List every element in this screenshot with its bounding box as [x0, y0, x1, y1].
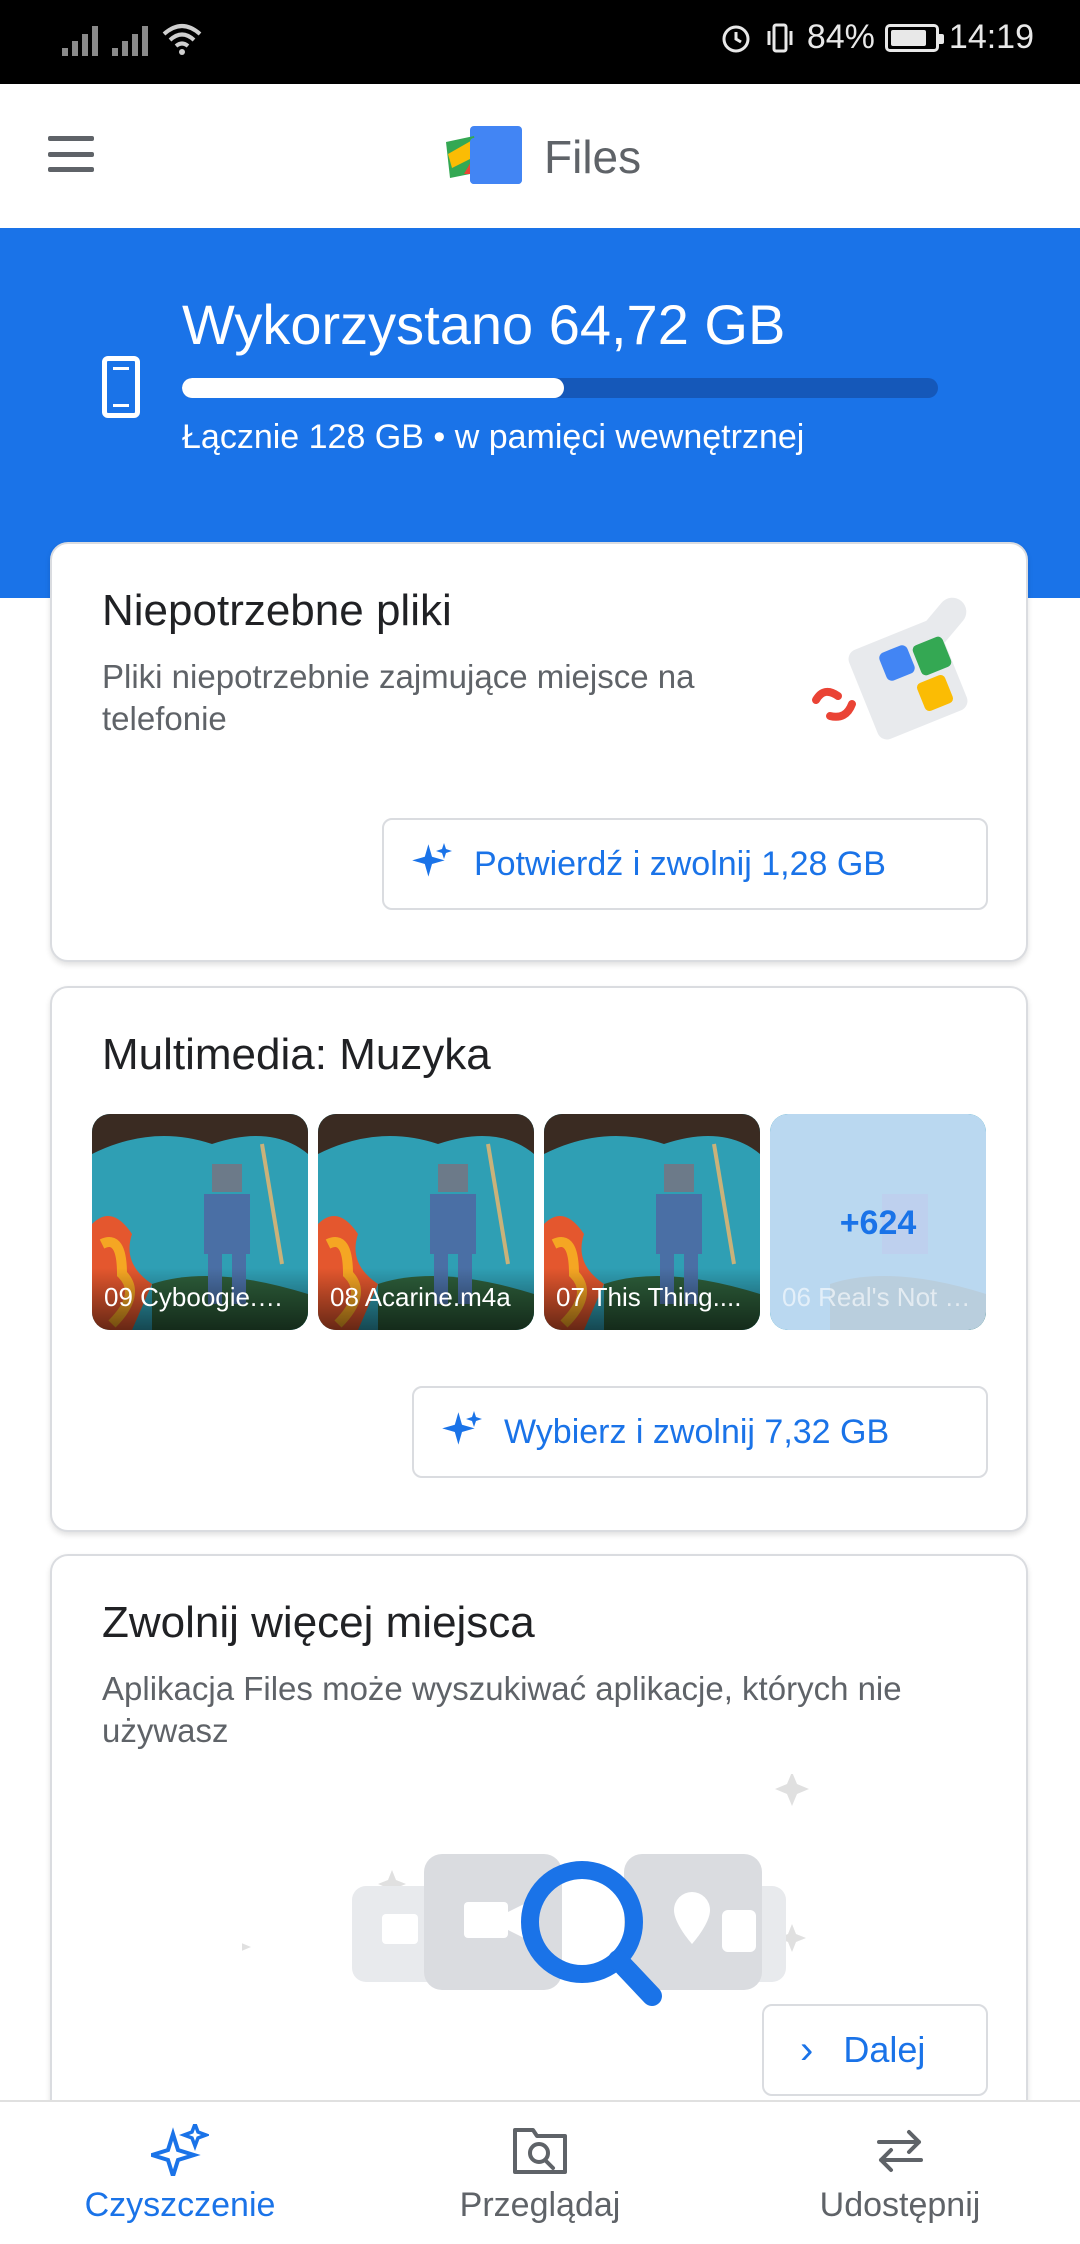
unused-apps-illustration-icon: [242, 1774, 809, 2006]
alarm-icon: [722, 25, 750, 52]
nav-item-clean-label: Czyszczenie: [84, 2186, 276, 2224]
cell-signal-2-icon: [112, 22, 148, 56]
next-button-label: Dalej: [843, 2029, 926, 2070]
nav-item-browse-label: Przeglądaj: [459, 2186, 621, 2224]
app-title: Files: [544, 131, 642, 183]
chevron-right-icon: ›: [800, 2027, 814, 2072]
confirm-free-junk-button[interactable]: Potwierdź i zwolnij 1,28 GB: [382, 818, 988, 910]
status-right: 84% 14:19: [719, 18, 1034, 57]
cell-signal-icon: [62, 22, 98, 56]
storage-total-label: Łącznie 128 GB • w pamięci wewnętrznej: [182, 418, 805, 456]
free-more-space-description: Aplikacja Files może wyszukiwać aplikacj…: [102, 1670, 902, 1749]
junk-files-title: Niepotrzebne pliki: [102, 586, 452, 635]
phone-icon: [102, 356, 140, 418]
music-thumbnail-caption: 08 Acarine.m4a: [318, 1268, 534, 1330]
vibrate-icon: [767, 23, 793, 52]
nav-item-clean[interactable]: Czyszczenie: [0, 2102, 360, 2244]
app-bar: Files: [0, 84, 1080, 228]
status-bar: 84% 14:19: [0, 0, 1080, 84]
storage-used-title: Wykorzystano 64,72 GB: [182, 293, 786, 356]
bottom-navigation: Czyszczenie Przeglądaj Udostępnij: [0, 2100, 1080, 2244]
more-music-thumbnail[interactable]: +624 06 Real's Not R...: [770, 1114, 986, 1330]
nav-item-share-label: Udostępnij: [819, 2186, 981, 2224]
nav-item-browse[interactable]: Przeglądaj: [360, 2102, 720, 2244]
more-count: +624: [839, 1204, 917, 1242]
storage-progress-bar: [182, 378, 938, 398]
status-left: [62, 22, 202, 56]
music-thumbnail-caption: 09 Cyboogie.m...: [92, 1268, 308, 1330]
swap-arrows-icon: [877, 2130, 923, 2172]
sparkle-icon: [151, 2124, 209, 2176]
music-thumbnails: 09 Cyboogie.m... 08 Acarine.m4a 07 This …: [92, 1114, 986, 1330]
junk-files-illustration-icon: [812, 597, 968, 740]
select-free-music-button[interactable]: Wybierz i zwolnij 7,32 GB: [412, 1386, 988, 1478]
media-music-title: Multimedia: Muzyka: [102, 1030, 491, 1079]
battery-icon: [884, 23, 944, 52]
sparkle-icon: [412, 843, 452, 877]
next-button[interactable]: › Dalej: [762, 2004, 988, 2096]
browse-icon: [513, 2128, 567, 2174]
battery-percent: 84%: [806, 18, 875, 56]
music-thumbnail-caption: 06 Real's Not R...: [782, 1282, 985, 1312]
sparkle-icon: [442, 1411, 482, 1445]
select-free-music-label: Wybierz i zwolnij 7,32 GB: [504, 1412, 890, 1451]
confirm-free-junk-label: Potwierdź i zwolnij 1,28 GB: [474, 844, 886, 883]
music-thumbnail-caption: 07 This Thing....: [544, 1268, 760, 1330]
music-thumbnail[interactable]: 08 Acarine.m4a: [318, 1114, 534, 1330]
clock: 14:19: [948, 18, 1034, 56]
music-thumbnail[interactable]: 07 This Thing....: [544, 1114, 760, 1330]
wifi-icon: [162, 24, 202, 55]
files-logo-icon: [446, 126, 522, 184]
free-more-space-title: Zwolnij więcej miejsca: [102, 1598, 535, 1647]
junk-files-description: Pliki niepotrzebnie zajmujące miejsce na…: [102, 658, 695, 737]
media-music-card: Multimedia: Muzyka 09 Cyboogie.m... 08 A…: [50, 986, 1028, 1532]
menu-icon[interactable]: [48, 136, 94, 172]
junk-files-card: Niepotrzebne pliki Pliki niepotrzebnie z…: [50, 542, 1028, 962]
storage-progress-fill: [182, 378, 565, 398]
nav-item-share[interactable]: Udostępnij: [720, 2102, 1080, 2244]
music-thumbnail[interactable]: 09 Cyboogie.m...: [92, 1114, 308, 1330]
